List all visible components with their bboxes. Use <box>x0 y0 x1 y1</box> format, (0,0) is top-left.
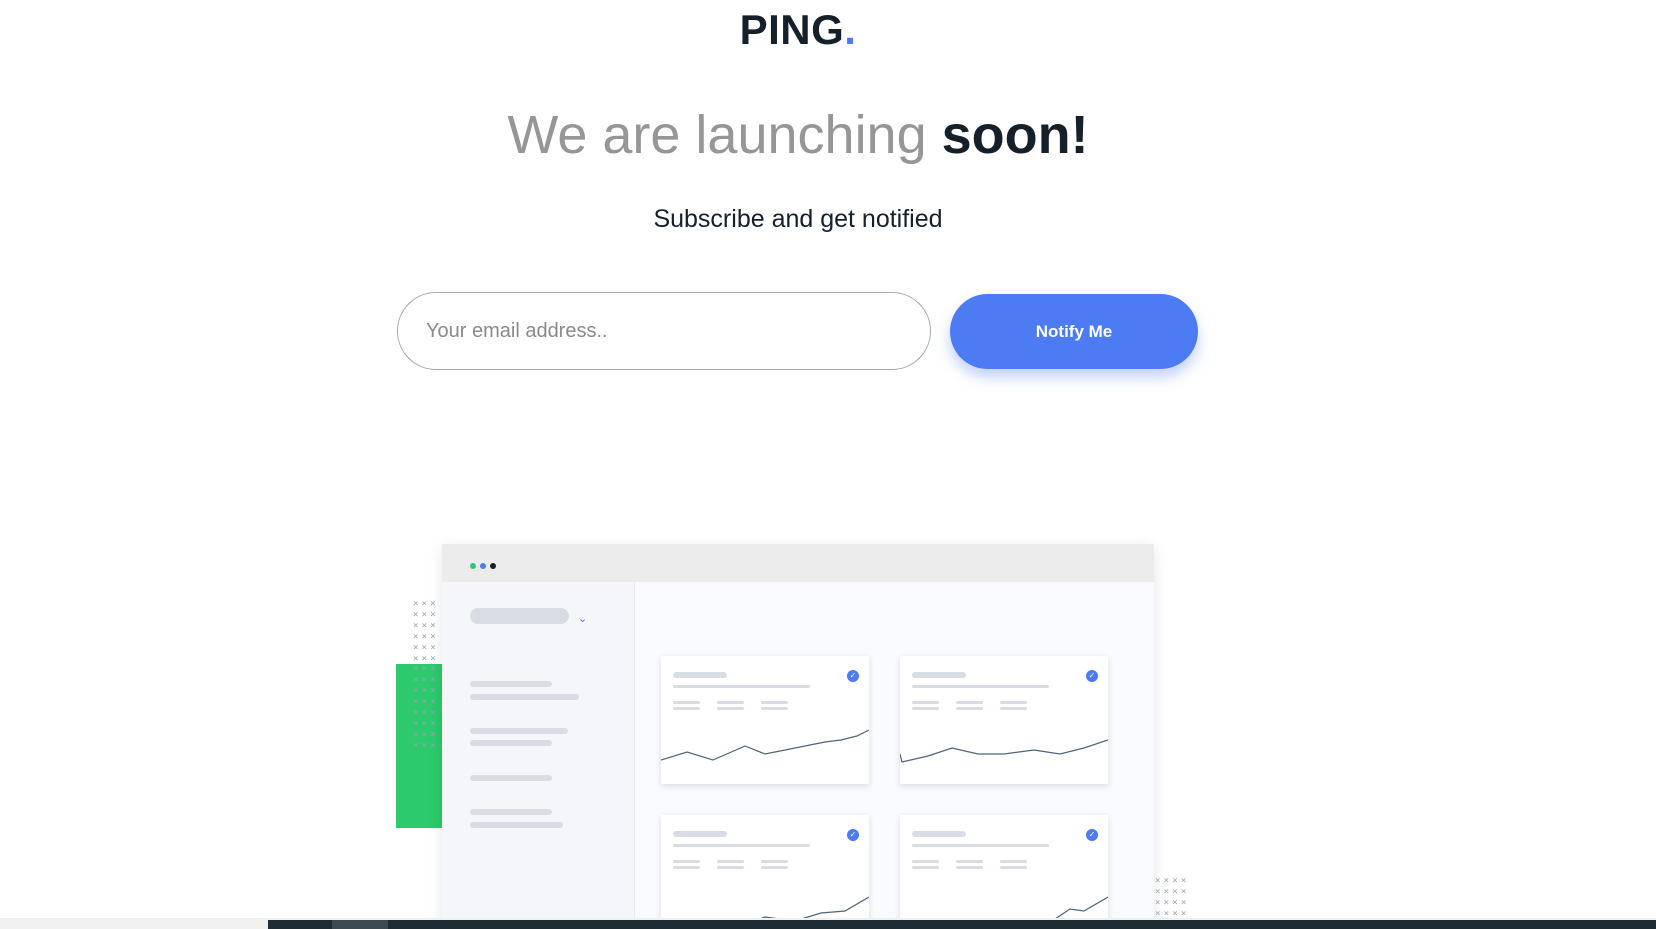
card-subtitle-placeholder <box>673 685 810 688</box>
taskbar-dark-region <box>268 920 1656 929</box>
logo-text: PING <box>739 6 845 53</box>
card-title-placeholder <box>912 672 966 678</box>
window-dot-green <box>470 563 476 569</box>
card-subtitle-placeholder <box>912 844 1049 847</box>
card-meta-placeholder <box>717 707 744 710</box>
chart-card: ✓ <box>900 656 1108 784</box>
chevron-down-icon: ⌄ <box>578 612 588 625</box>
window-dot-blue <box>480 563 486 569</box>
sidebar-line <box>470 694 579 700</box>
card-meta-placeholder <box>673 707 700 710</box>
sidebar-dropdown-placeholder <box>470 608 569 624</box>
window-title-bar <box>442 544 1154 582</box>
window-sidebar: ⌄ <box>442 582 635 929</box>
card-meta-placeholder <box>912 707 939 710</box>
card-meta-placeholder <box>912 701 939 704</box>
landing-page: PING. We are launching soon! Subscribe a… <box>0 0 1656 929</box>
sidebar-line <box>470 822 563 828</box>
check-circle-icon: ✓ <box>1086 829 1098 841</box>
sidebar-line <box>470 681 552 687</box>
headline: We are launching soon! <box>0 103 1596 167</box>
card-meta-placeholder <box>761 860 788 863</box>
card-meta-placeholder <box>956 701 983 704</box>
chart-card: ✓ <box>900 815 1108 929</box>
card-meta-placeholder <box>761 701 788 704</box>
chart-card: ✓ <box>661 656 869 784</box>
taskbar-item[interactable] <box>332 920 388 929</box>
logo-dot: . <box>844 6 857 53</box>
decorative-x-pattern-right: ×××× ×××× ×××× ×××× <box>1155 876 1190 919</box>
card-meta-placeholder <box>1000 701 1027 704</box>
headline-light: We are launching <box>507 105 942 165</box>
headline-bold: soon! <box>941 105 1089 165</box>
card-meta-placeholder <box>1000 866 1027 869</box>
card-title-placeholder <box>673 672 727 678</box>
sparkline <box>661 729 869 761</box>
check-circle-icon: ✓ <box>847 670 859 682</box>
card-meta-placeholder <box>1000 707 1027 710</box>
card-meta-placeholder <box>912 860 939 863</box>
card-meta-placeholder <box>717 860 744 863</box>
card-meta-placeholder <box>912 866 939 869</box>
card-meta-placeholder <box>717 866 744 869</box>
notify-me-button[interactable]: Notify Me <box>950 294 1198 369</box>
subtitle: Subscribe and get notified <box>653 205 943 233</box>
card-meta-placeholder <box>956 860 983 863</box>
card-title-placeholder <box>912 831 966 837</box>
sidebar-line <box>470 740 552 746</box>
card-meta-placeholder <box>956 866 983 869</box>
card-title-placeholder <box>673 831 727 837</box>
decorative-x-pattern-left: ××× ××× ××× ××× ××× ××× ××× ××× ××× ××× ××× ××× ××× ×… <box>413 599 439 751</box>
sidebar-line <box>470 728 568 734</box>
check-circle-icon: ✓ <box>847 829 859 841</box>
card-meta-placeholder <box>673 866 700 869</box>
window-dot-dark <box>490 563 496 569</box>
check-circle-icon: ✓ <box>1086 670 1098 682</box>
card-meta-placeholder <box>1000 860 1027 863</box>
card-meta-placeholder <box>673 701 700 704</box>
sidebar-line <box>470 775 552 781</box>
sparkline <box>900 739 1108 763</box>
card-meta-placeholder <box>761 707 788 710</box>
card-meta-placeholder <box>717 701 744 704</box>
dashboard-illustration: ⌄ ✓ ✓ ✓ ✓ <box>442 544 1154 929</box>
card-meta-placeholder <box>956 707 983 710</box>
card-meta-placeholder <box>761 866 788 869</box>
card-subtitle-placeholder <box>912 685 1049 688</box>
taskbar <box>0 918 1656 929</box>
sidebar-line <box>470 809 552 815</box>
card-meta-placeholder <box>673 860 700 863</box>
chart-card: ✓ <box>661 815 869 929</box>
card-subtitle-placeholder <box>673 844 810 847</box>
logo: PING. <box>0 6 1596 54</box>
email-input[interactable] <box>397 292 931 370</box>
